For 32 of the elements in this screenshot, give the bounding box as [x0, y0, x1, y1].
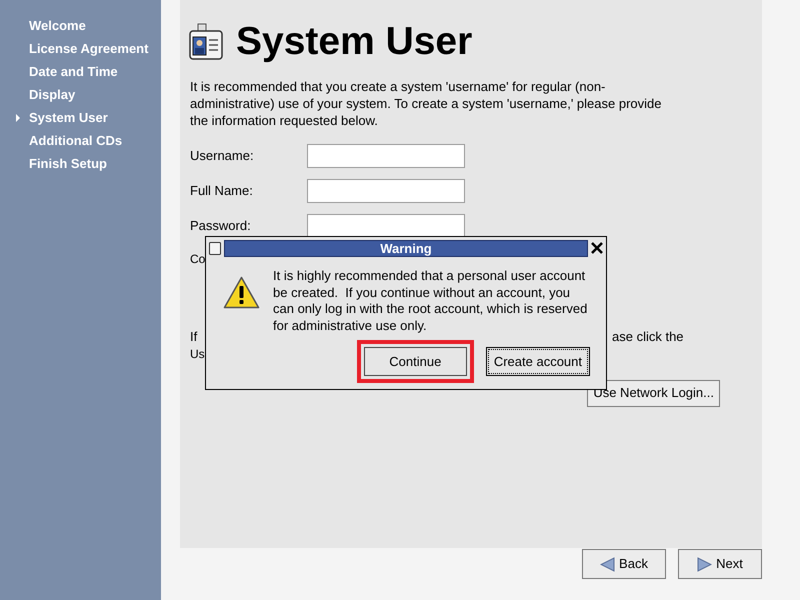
field-label: Full Name:: [190, 182, 254, 200]
note-text: If: [190, 328, 198, 344]
warning-message: It is highly recommended that a personal user account be created. If you continue without an account, you can only log in with the root account, which is reserved for administrative use only.: [273, 268, 588, 334]
dialog-title: Warning: [380, 242, 432, 254]
input-field[interactable]: [307, 179, 465, 203]
close-icon[interactable]: [591, 242, 603, 254]
input-field[interactable]: [307, 144, 465, 168]
left-arrow-icon: [600, 556, 616, 572]
warning-icon: [223, 276, 260, 309]
page-title: System User: [236, 20, 472, 64]
next-button[interactable]: Next: [678, 549, 762, 579]
note-text: ase click the: [612, 328, 684, 344]
right-arrow-icon: [697, 556, 712, 572]
sidebar-item[interactable]: Additional CDs: [29, 130, 122, 150]
sidebar-item[interactable]: Finish Setup: [29, 154, 107, 174]
sidebar-item[interactable]: Welcome: [29, 16, 86, 36]
dialog-button[interactable]: Continue: [364, 347, 467, 376]
note-text: Us: [190, 346, 205, 360]
field-label: Username:: [190, 147, 255, 166]
intro-text: It is recommended that you create a system 'username' for regular (non-administrative) use of your system. To create a system 'username,' please provide the information requested below.: [190, 78, 662, 129]
dialog-button[interactable]: Create account: [486, 347, 590, 376]
arrow-icon: [14, 114, 20, 122]
sidebar-item[interactable]: Display: [29, 84, 76, 104]
sidebar-item[interactable]: License Agreement: [29, 38, 148, 58]
id-badge-icon: [188, 23, 224, 61]
field-label: Password:: [190, 217, 252, 236]
sidebar-item[interactable]: System User: [29, 108, 108, 128]
back-button[interactable]: Back: [582, 549, 666, 579]
window-menu-icon[interactable]: [209, 242, 221, 254]
sidebar-item[interactable]: Date and Time: [29, 62, 118, 82]
input-field[interactable]: [307, 214, 465, 238]
field-label: Co: [190, 252, 206, 266]
